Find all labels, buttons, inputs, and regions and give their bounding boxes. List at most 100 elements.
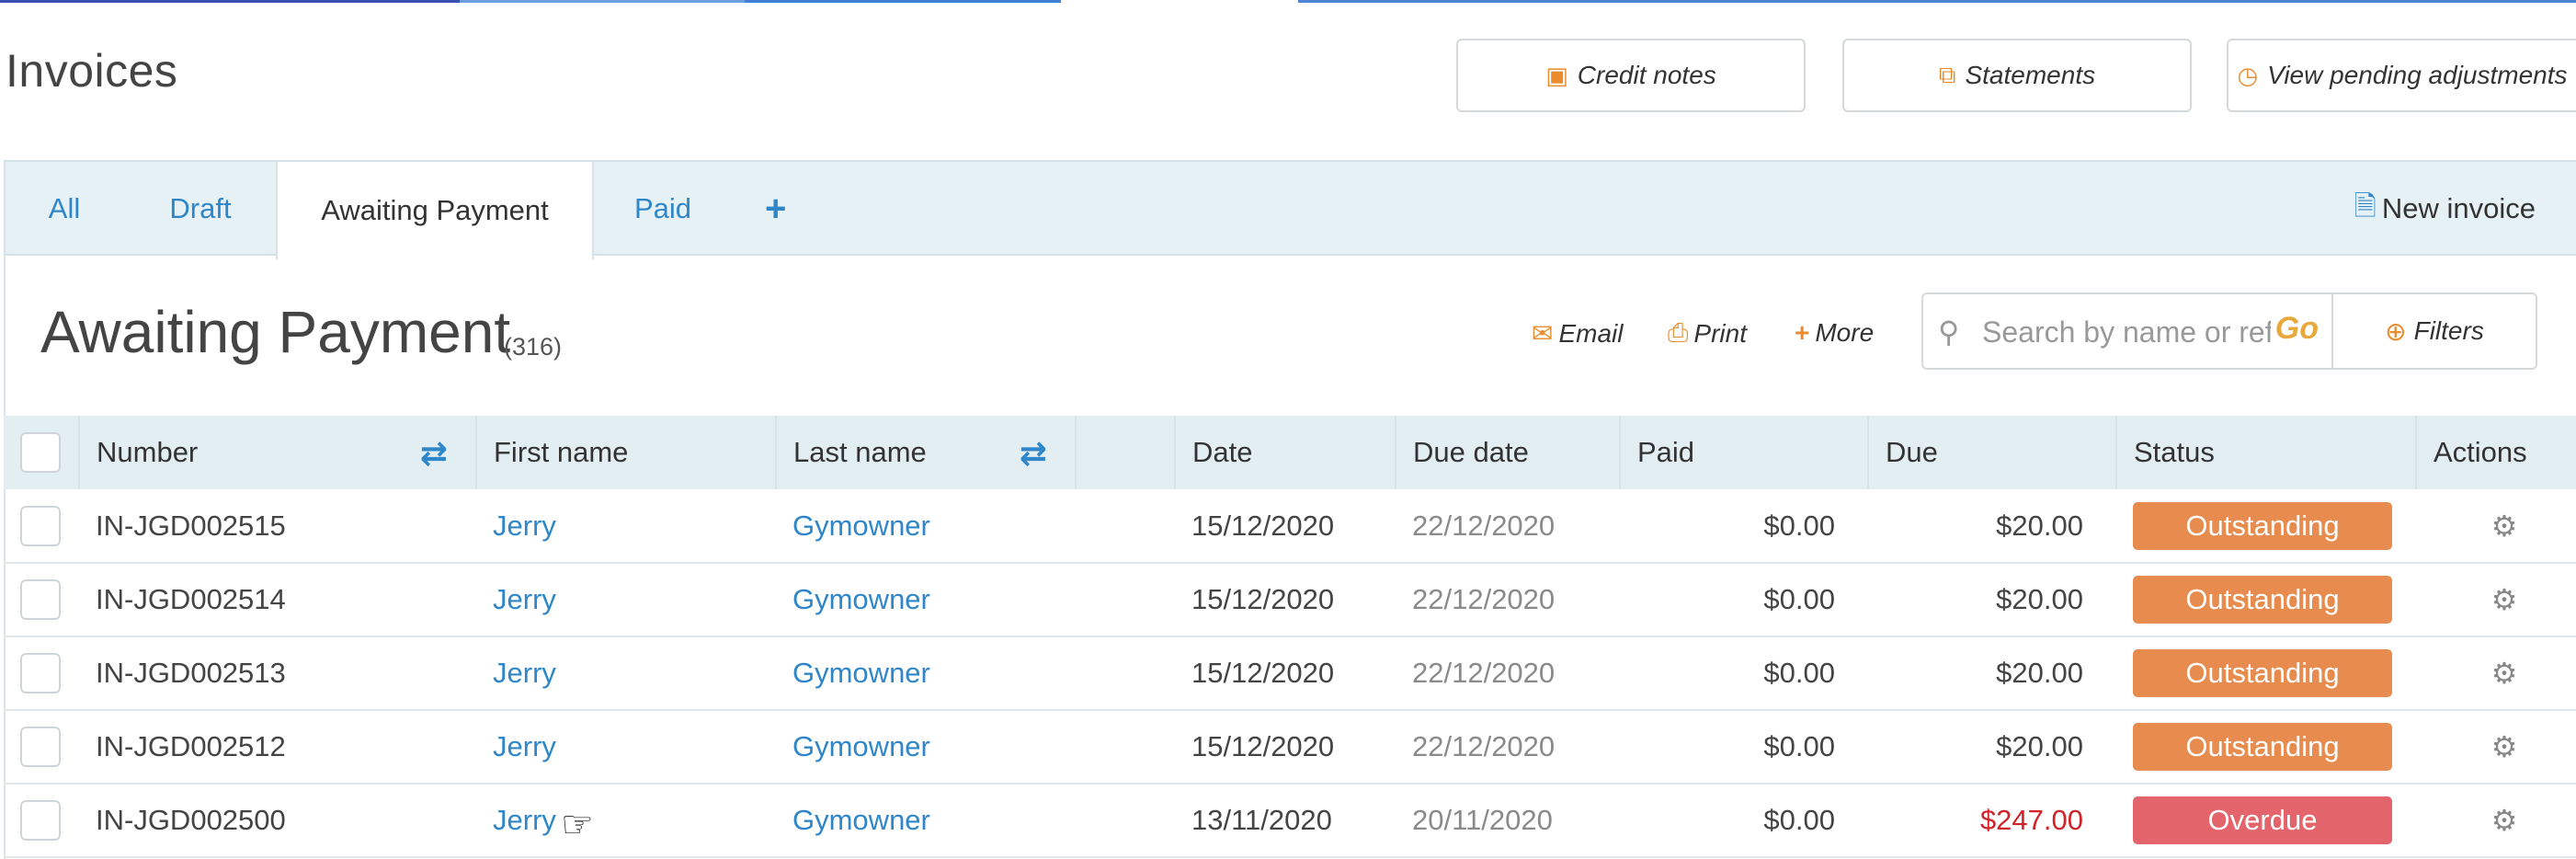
statements-button[interactable]: ⧉ Statements [1842,39,2192,112]
table-row[interactable]: IN-JGD002514 Jerry Gymowner 15/12/2020 22/12… [4,563,2576,636]
due-amount: $20.00 [1996,509,2083,542]
go-button[interactable]: Go [2275,311,2319,347]
invoice-number: IN-JGD002513 [96,657,286,689]
tab-awaiting-payment-label: Awaiting Payment [321,194,549,226]
gear-icon[interactable]: ⚙ [2416,636,2576,710]
plus-circle-icon: ⊕ [2385,316,2407,346]
paid-amount: $0.00 [1763,730,1835,762]
last-name-link[interactable]: Gymowner [792,804,930,836]
search-box: ⚲ Go [1921,292,2333,370]
tab-all-label: All [48,192,81,224]
invoice-number: IN-JGD002512 [96,730,286,762]
view-pending-adjustments-label: View pending adjustments [2267,61,2568,89]
first-name-link[interactable]: Jerry [493,730,556,762]
last-name-link[interactable]: Gymowner [792,510,930,542]
select-all-cell [4,416,80,489]
table-row[interactable]: IN-JGD002513 Jerry Gymowner 15/12/2020 22/12… [4,636,2576,710]
sort-icon[interactable]: ⇄ [1020,434,1047,473]
paid-amount: $0.00 [1763,657,1835,689]
due-amount: $20.00 [1996,657,2083,689]
search-input[interactable] [1982,307,2271,357]
invoice-number: IN-JGD002514 [96,583,286,615]
gear-icon[interactable]: ⚙ [2416,784,2576,857]
invoice-due-date: 22/12/2020 [1412,583,1556,615]
new-invoice-button[interactable]: 🗎 New invoice [2354,162,2536,256]
status-badge: Outstanding [2133,723,2392,771]
row-checkbox[interactable] [20,727,61,767]
first-name-link[interactable]: Jerry [493,583,556,615]
gear-icon[interactable]: ⚙ [2416,489,2576,563]
table-row[interactable]: IN-JGD002512 Jerry Gymowner 15/12/2020 22/12… [4,710,2576,784]
paid-amount: $0.00 [1763,583,1835,615]
tab-draft[interactable]: Draft [123,162,278,256]
section-title: Awaiting Payment [40,299,511,365]
due-amount: $247.00 [1979,804,2083,836]
last-name-link[interactable]: Gymowner [792,657,930,689]
filters-button[interactable]: ⊕ Filters [2331,292,2537,370]
row-checkbox[interactable] [20,579,61,620]
envelope-icon: ✉ [1532,319,1554,348]
invoice-date: 15/12/2020 [1191,730,1335,762]
tab-paid-label: Paid [633,192,692,224]
header-due-date[interactable]: Due date [1396,416,1621,489]
print-button[interactable]: ⎙ Print [1668,318,1747,349]
header-first-name[interactable]: First name [476,416,777,489]
table-row[interactable]: IN-JGD002515 Jerry Gymowner 15/12/2020 22/12… [4,489,2576,563]
first-name-link[interactable]: Jerry [493,510,556,542]
table-row[interactable]: IN-JGD002500 Jerry Gymowner 13/11/2020 20/11… [4,784,2576,857]
new-invoice-label: New invoice [2381,192,2536,224]
sort-icon[interactable]: ⇄ [420,434,448,473]
invoice-due-date: 22/12/2020 [1412,730,1556,762]
last-name-link[interactable]: Gymowner [792,583,930,615]
blank-cell [1076,710,1175,784]
page-title: Invoices [6,45,178,97]
header-last-name[interactable]: Last name ⇄ [776,416,1077,489]
first-name-link[interactable]: Jerry [493,657,556,689]
due-amount: $20.00 [1996,730,2083,762]
tab-awaiting-payment[interactable]: Awaiting Payment [276,162,594,259]
invoice-due-date: 22/12/2020 [1412,509,1556,542]
invoice-number: IN-JGD002515 [96,509,286,542]
row-select-cell [4,563,79,636]
row-checkbox[interactable] [20,505,61,546]
tab-all[interactable]: All [6,162,123,256]
last-name-link[interactable]: Gymowner [792,730,930,762]
header-status[interactable]: Status [2116,416,2417,489]
header-due[interactable]: Due [1868,416,2117,489]
blank-cell [1076,563,1175,636]
section-count: (316) [504,333,563,361]
tab-paid[interactable]: Paid [594,162,732,256]
invoice-due-date: 22/12/2020 [1412,657,1556,689]
table-header-row: Number ⇄ First name Last name ⇄ Date Due d… [4,416,2576,489]
select-all-checkbox[interactable] [20,432,61,473]
email-label: Email [1558,318,1624,348]
gear-icon[interactable]: ⚙ [2416,563,2576,636]
header-number[interactable]: Number ⇄ [79,416,477,489]
invoice-number: IN-JGD002500 [96,804,286,836]
first-name-link[interactable]: Jerry [493,804,556,836]
plus-icon: + [1795,318,1810,347]
row-select-cell [4,489,79,563]
gear-icon[interactable]: ⚙ [2416,710,2576,784]
header-date[interactable]: Date [1175,416,1396,489]
credit-notes-button[interactable]: ▣ Credit notes [1456,39,1806,112]
status-badge: Outstanding [2133,576,2392,624]
top-progress-line [0,0,2576,3]
blank-cell [1076,784,1175,857]
row-checkbox[interactable] [20,800,61,841]
row-select-cell [4,636,79,710]
row-select-cell [4,710,79,784]
filters-label: Filters [2413,316,2484,345]
invoices-table: Number ⇄ First name Last name ⇄ Date Due d… [4,416,2576,858]
invoice-date: 13/11/2020 [1191,804,1332,836]
row-checkbox[interactable] [20,653,61,693]
row-select-cell [4,784,79,857]
header-paid[interactable]: Paid [1620,416,1869,489]
add-tab-button[interactable]: + [765,162,786,256]
view-pending-adjustments-button[interactable]: ◷ View pending adjustments [2227,39,2576,112]
blank-cell [1076,489,1175,563]
statements-label: Statements [1965,61,2096,89]
tab-bar: All Draft Awaiting Payment Paid + 🗎 New … [4,160,2576,259]
email-button[interactable]: ✉ Email [1532,318,1623,349]
more-button[interactable]: + More [1795,318,1874,348]
